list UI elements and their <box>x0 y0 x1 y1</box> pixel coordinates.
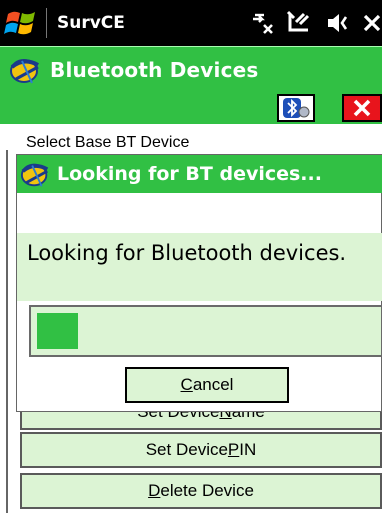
bluetooth-settings-button[interactable] <box>277 94 315 122</box>
dialog-title-bar: Looking for BT devices... <box>17 155 382 193</box>
app-title: Bluetooth Devices <box>50 58 259 82</box>
button-label: elete Device <box>160 481 254 500</box>
survce-logo-icon <box>10 59 39 84</box>
progress-bar <box>29 305 382 357</box>
select-base-label: Select Base BT Device <box>26 134 190 151</box>
signal-antenna-icon[interactable] <box>286 10 314 36</box>
app-title-bar: Bluetooth Devices <box>0 46 382 93</box>
dialog-title: Looking for BT devices... <box>57 163 322 185</box>
close-button[interactable] <box>342 94 382 122</box>
search-dialog: Looking for BT devices... Looking for Bl… <box>16 154 382 412</box>
button-label-accelerator: P <box>227 440 240 459</box>
close-icon <box>353 99 371 117</box>
progress-fill <box>37 313 78 349</box>
taskbar: SurvCE <box>0 0 382 46</box>
button-label-accelerator: D <box>148 481 161 500</box>
dialog-message: Looking for Bluetooth devices. <box>27 241 347 265</box>
connectivity-icon[interactable] <box>250 11 276 35</box>
volume-icon[interactable] <box>324 10 352 36</box>
windows-start-icon[interactable] <box>2 4 40 42</box>
list-border <box>6 150 8 513</box>
taskbar-title: SurvCE <box>57 13 125 33</box>
toolbar <box>0 92 382 124</box>
system-tray <box>250 0 382 46</box>
cancel-button[interactable]: Cancel <box>125 367 289 403</box>
button-label: ancel <box>192 375 234 394</box>
button-label: IN <box>239 440 257 459</box>
button-label: Set Device <box>145 440 228 459</box>
delete-device-button[interactable]: Delete Device <box>20 473 382 509</box>
set-device-pin-button[interactable]: Set Device P IN <box>20 432 382 468</box>
button-label-accelerator: C <box>180 375 193 394</box>
survce-logo-icon <box>20 163 49 187</box>
taskbar-separator <box>46 8 47 38</box>
close-app-icon[interactable] <box>362 12 382 34</box>
bluetooth-icon <box>283 98 310 118</box>
